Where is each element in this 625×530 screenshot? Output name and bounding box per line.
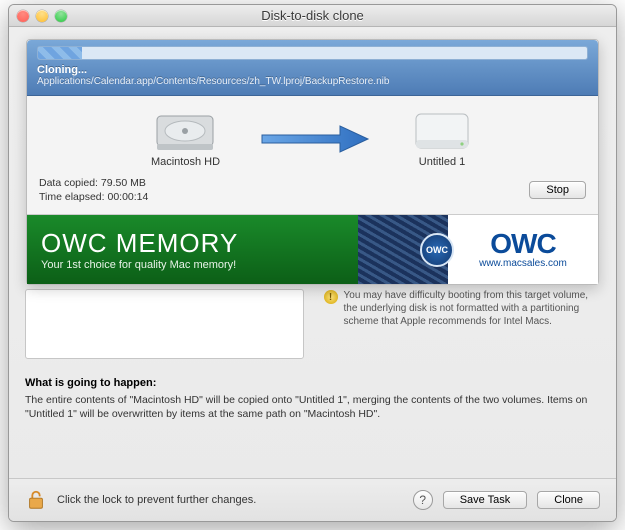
ad-right: OWC www.macsales.com: [448, 215, 598, 284]
ad-image: OWC: [358, 215, 448, 284]
save-task-button[interactable]: Save Task: [443, 491, 528, 509]
ad-subtitle: Your 1st choice for quality Mac memory!: [41, 259, 358, 271]
time-elapsed-value: 00:00:14: [107, 191, 148, 203]
summary-section: What is going to happen: The entire cont…: [25, 377, 600, 421]
lock-text: Click the lock to prevent further change…: [57, 494, 403, 506]
progress-status: Cloning...: [37, 64, 588, 76]
progress-path: Applications/Calendar.app/Contents/Resou…: [37, 76, 588, 87]
summary-body: The entire contents of "Macintosh HD" wi…: [25, 393, 600, 421]
source-label: Macintosh HD: [151, 156, 220, 168]
progress-sheet: Cloning... Applications/Calendar.app/Con…: [26, 39, 599, 285]
progress-bar: [37, 46, 588, 60]
data-copied-label: Data copied:: [39, 177, 98, 189]
ad-logo: OWC: [490, 230, 555, 258]
titlebar[interactable]: Disk-to-disk clone: [9, 5, 616, 27]
ad-title: OWC MEMORY: [41, 228, 358, 259]
clone-button[interactable]: Clone: [537, 491, 600, 509]
target-drive: Untitled 1: [410, 110, 474, 168]
progress-meta-row: Data copied: 79.50 MB Time elapsed: 00:0…: [39, 176, 586, 204]
target-label: Untitled 1: [410, 156, 474, 168]
source-drive: Macintosh HD: [151, 110, 220, 168]
progress-header: Cloning... Applications/Calendar.app/Con…: [27, 40, 598, 96]
footer: Click the lock to prevent further change…: [9, 478, 616, 521]
warning-text: You may have difficulty booting from thi…: [344, 289, 601, 328]
ad-left: OWC MEMORY Your 1st choice for quality M…: [27, 215, 358, 284]
ad-banner[interactable]: OWC MEMORY Your 1st choice for quality M…: [27, 214, 598, 284]
help-button[interactable]: ?: [413, 490, 433, 510]
summary-heading: What is going to happen:: [25, 377, 600, 389]
ad-url: www.macsales.com: [479, 258, 567, 269]
app-window: Disk-to-disk clone ! You may have diffic…: [8, 4, 617, 522]
progress-body: Macintosh HD Untitled 1 Data copied: 79.…: [27, 96, 598, 214]
warning-icon: !: [324, 290, 338, 304]
warning-message: ! You may have difficulty booting from t…: [324, 289, 601, 328]
ad-seal: OWC: [420, 233, 454, 267]
drive-graphic: Macintosh HD Untitled 1: [39, 110, 586, 168]
left-listbox[interactable]: [25, 289, 304, 359]
lower-columns: ! You may have difficulty booting from t…: [25, 289, 600, 359]
hdd-icon: [153, 110, 217, 154]
hdd-icon: [410, 110, 474, 154]
window-title: Disk-to-disk clone: [9, 8, 616, 23]
time-elapsed-label: Time elapsed:: [39, 191, 105, 203]
data-copied-value: 79.50 MB: [101, 177, 146, 189]
lock-icon[interactable]: [25, 489, 47, 511]
arrow-icon: [260, 124, 370, 154]
stop-button[interactable]: Stop: [529, 181, 586, 199]
